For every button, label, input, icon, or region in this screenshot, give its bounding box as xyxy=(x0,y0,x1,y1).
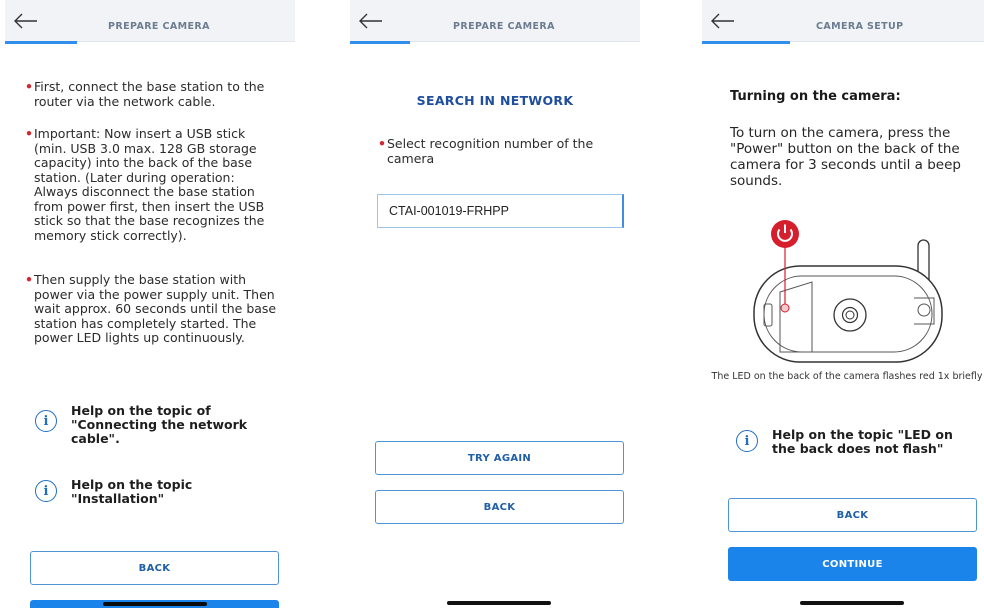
help-link-label: Help on the topic of "Connecting the net… xyxy=(71,403,248,446)
try-again-button[interactable]: TRY AGAIN xyxy=(375,441,624,475)
top-bar: PREPARE CAMERA xyxy=(5,0,295,44)
bullet-item: • Then supply the base station with power… xyxy=(25,272,277,345)
back-arrow-icon[interactable] xyxy=(13,10,39,32)
back-button[interactable]: BACK xyxy=(728,498,977,532)
back-arrow-icon[interactable] xyxy=(358,10,384,32)
info-icon: i xyxy=(736,430,758,452)
home-indicator xyxy=(447,601,551,605)
top-bar: CAMERA SETUP xyxy=(702,0,984,44)
help-link-installation[interactable]: i Help on the topic "Installation" xyxy=(35,478,275,506)
bullet-item: • Select recognition number of the camera xyxy=(378,136,594,166)
bullet-text: Select recognition number of the camera xyxy=(387,136,594,166)
page-title: PREPARE CAMERA xyxy=(108,21,210,32)
page-title: PREPARE CAMERA xyxy=(453,21,555,32)
back-button[interactable]: BACK xyxy=(30,551,279,585)
screen-camera-setup: CAMERA SETUP Turning on the camera: To t… xyxy=(702,0,984,608)
recognition-number-field[interactable]: CTAI-001019-FRHPP xyxy=(377,194,624,228)
bullet-text: Then supply the base station with power … xyxy=(34,272,277,345)
tab-indicator xyxy=(5,41,77,44)
continue-button[interactable]: CONTINUE xyxy=(728,547,977,581)
camera-back-illustration xyxy=(753,220,943,363)
page-title: CAMERA SETUP xyxy=(816,21,904,32)
help-link-led[interactable]: i Help on the topic "LED on the back doe… xyxy=(736,428,976,456)
section-heading: Turning on the camera: xyxy=(730,89,901,104)
screen-prepare-camera-steps: PREPARE CAMERA • First, connect the base … xyxy=(5,0,295,608)
bullet-text: First, connect the base station to the r… xyxy=(34,79,265,109)
bullet-text: Important: Now insert a USB stick (min. … xyxy=(34,126,265,243)
tab-indicator xyxy=(702,41,790,44)
back-arrow-icon[interactable] xyxy=(710,10,736,32)
bullet-item: • First, connect the base station to the … xyxy=(25,79,265,109)
help-link-network-cable[interactable]: i Help on the topic of "Connecting the n… xyxy=(35,404,275,446)
help-link-label: Help on the topic "LED on the back does … xyxy=(772,427,953,456)
tab-indicator xyxy=(350,41,410,44)
info-icon: i xyxy=(35,480,57,502)
bullet-item: • Important: Now insert a USB stick (min.… xyxy=(25,126,265,243)
field-value: CTAI-001019-FRHPP xyxy=(389,204,509,218)
home-indicator xyxy=(103,602,207,606)
help-link-label: Help on the topic "Installation" xyxy=(71,477,193,506)
illustration-caption: The LED on the back of the camera flashe… xyxy=(711,371,983,382)
home-indicator xyxy=(800,601,904,605)
top-bar: PREPARE CAMERA xyxy=(350,0,640,44)
info-icon: i xyxy=(35,410,57,432)
screen-search-network: PREPARE CAMERA SEARCH IN NETWORK • Select… xyxy=(350,0,640,608)
back-button[interactable]: BACK xyxy=(375,490,624,524)
instruction-text: To turn on the camera, press the "Power"… xyxy=(730,125,961,189)
section-title: SEARCH IN NETWORK xyxy=(416,93,574,108)
